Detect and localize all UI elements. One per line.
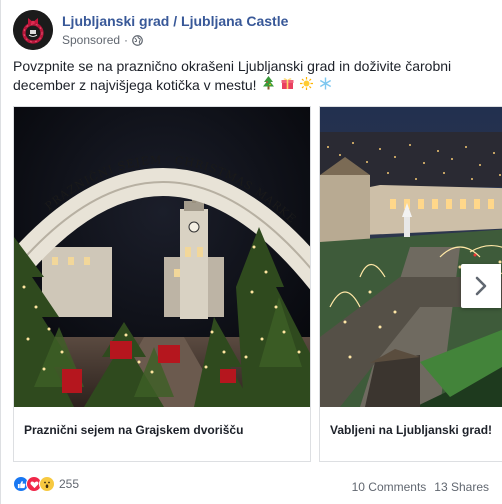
wreath-logo-icon — [13, 10, 53, 50]
card-title[interactable]: Vabljeni na Ljubljanski grad! — [330, 423, 492, 437]
gift-icon — [281, 77, 294, 96]
comments-count-link[interactable]: 10 Comments — [352, 480, 427, 494]
card-title[interactable]: Praznični sejem na Grajskem dvorišču — [24, 423, 243, 437]
post-header: Ljubljanski grad / Ljubljana Castle Spon… — [13, 8, 493, 52]
shares-count-link[interactable]: 13 Shares — [434, 480, 489, 494]
globe-icon[interactable] — [132, 34, 143, 46]
page-avatar[interactable] — [13, 10, 53, 50]
sponsored-label-row: Sponsored · — [62, 33, 143, 47]
sparkle-sun-icon — [300, 77, 314, 96]
snowflake-icon — [319, 77, 332, 96]
reaction-count[interactable]: 255 — [59, 477, 79, 491]
chevron-right-icon — [475, 276, 487, 296]
page-name-link[interactable]: Ljubljanski grad / Ljubljana Castle — [62, 13, 288, 29]
engagement-counts: 10 Comments 13 Shares — [352, 480, 489, 494]
christmas-tree-icon — [262, 76, 275, 96]
post-footer: 255 10 Comments 13 Shares — [13, 476, 491, 498]
castle-courtyard-photo[interactable] — [320, 107, 502, 407]
carousel-card[interactable]: PRAZNIČNI SEJEM CHRISTMAS MARKET — [13, 106, 311, 462]
sponsored-label[interactable]: Sponsored — [62, 33, 120, 47]
separator-dot: · — [124, 33, 129, 47]
sponsored-post: Ljubljanski grad / Ljubljana Castle Spon… — [0, 0, 502, 504]
wow-icon — [39, 476, 55, 492]
reactions-summary[interactable]: 255 — [13, 476, 79, 492]
caption-text: Povzpnite se na praznično okrašeni Ljubl… — [13, 58, 452, 93]
post-caption: Povzpnite se na praznično okrašeni Ljubl… — [13, 57, 491, 96]
carousel-next-button[interactable] — [461, 264, 501, 308]
image-carousel[interactable]: PRAZNIČNI SEJEM CHRISTMAS MARKET — [13, 106, 502, 462]
christmas-market-photo[interactable]: PRAZNIČNI SEJEM CHRISTMAS MARKET — [14, 107, 310, 407]
